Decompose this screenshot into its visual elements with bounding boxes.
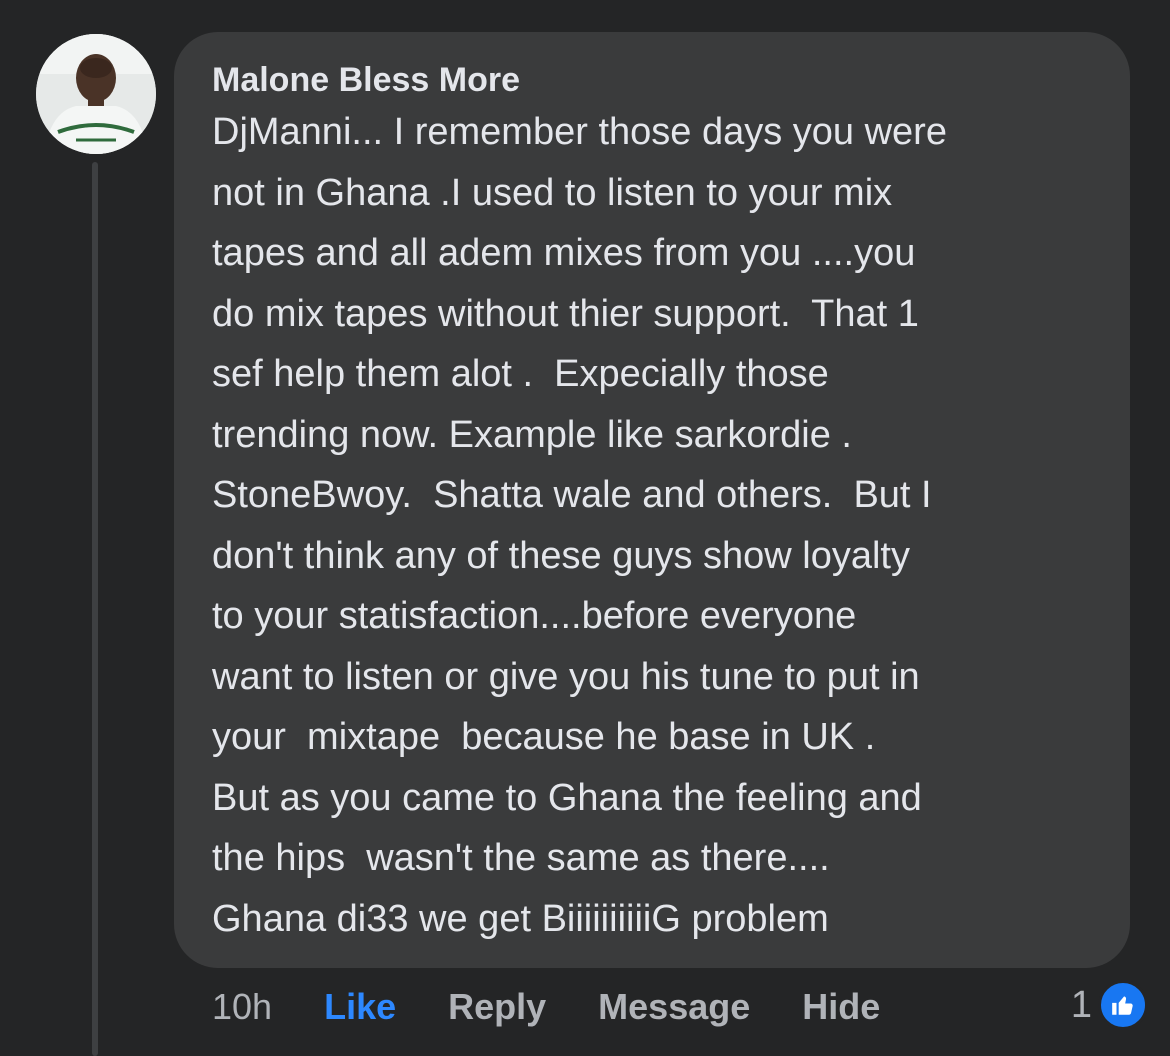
avatar-photo [36,34,156,154]
thread-line [92,162,98,1056]
message-button[interactable]: Message [598,986,750,1028]
thumbs-up-glyph [1112,996,1133,1015]
reply-button[interactable]: Reply [448,986,546,1028]
comment-line: Ghana di33 we get BiiiiiiiiiiG problem [212,897,829,940]
comment-bubble: Malone Bless More DjManni... I remember … [174,32,1130,968]
comment-line: don't think any of these guys show loyal… [212,534,910,577]
reaction-summary[interactable]: 1 [1071,980,1148,1030]
comment-line: DjManni... I remember those days you wer… [212,111,947,153]
avatar[interactable] [36,34,156,154]
comment-line: tapes and all adem mixes from you ....yo… [212,232,916,274]
comment-line: your mixtape because he base in UK . [212,716,876,758]
comment-line: to your statisfaction....before everyone [212,595,857,637]
reaction-count: 1 [1070,983,1092,1026]
hide-button[interactable]: Hide [802,986,880,1028]
comment-line: But as you came to Ghana the feeling and [212,776,922,819]
comment-author[interactable]: Malone Bless More [212,60,1100,100]
comment-line: StoneBwoy. Shatta wale and others. But I [212,474,932,516]
comment-line: the hips wasn't the same as there.... [212,837,830,879]
comment-line: trending now. Example like sarkordie . [212,413,852,456]
comment-line: not in Ghana .I used to listen to your m… [212,171,893,214]
comment-actions: 10h Like Reply Message Hide [212,984,932,1030]
comment-line: want to listen or give you his tune to p… [212,655,920,698]
comment-line: do mix tapes without thier support. That… [212,292,919,335]
like-button[interactable]: Like [324,986,396,1028]
comment-line: sef help them alot . Expecially those [212,353,829,395]
comment-text: DjManni... I remember those days you wer… [212,102,1100,949]
comment-timestamp[interactable]: 10h [212,986,272,1028]
thumbs-up-icon [1098,980,1148,1030]
